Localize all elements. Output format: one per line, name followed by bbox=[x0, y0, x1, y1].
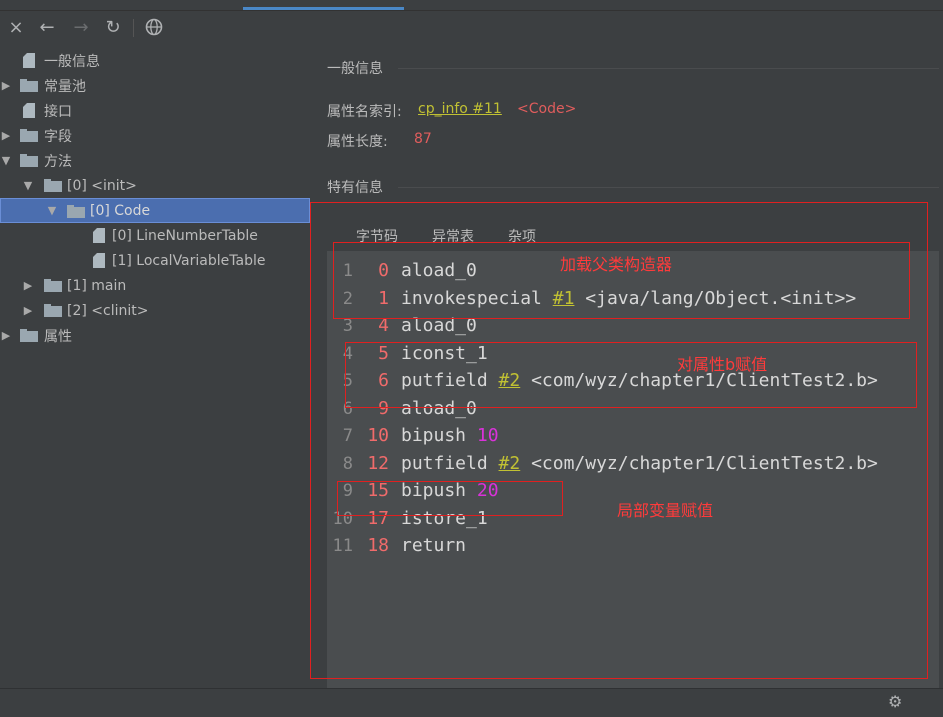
field-assign-box bbox=[345, 342, 917, 408]
expand-arrow-icon[interactable]: ▶ bbox=[0, 329, 12, 342]
annotation-field-assign: 对属性b赋值 bbox=[677, 355, 768, 374]
collapse-arrow-icon[interactable]: ▼ bbox=[22, 179, 34, 192]
specific-info-title: 特有信息 bbox=[327, 180, 383, 196]
active-tab-indicator bbox=[243, 7, 404, 10]
expand-arrow-icon[interactable]: ▶ bbox=[0, 129, 12, 142]
toolbar: × ← → ↻ bbox=[0, 11, 943, 45]
tree-node[interactable]: ▶ 字段 bbox=[0, 123, 310, 148]
folder-icon bbox=[44, 179, 62, 192]
collapse-arrow-icon[interactable]: ▼ bbox=[0, 154, 12, 167]
file-icon bbox=[23, 103, 35, 118]
forward-arrow-icon[interactable]: → bbox=[68, 14, 94, 40]
globe-icon[interactable] bbox=[141, 14, 167, 40]
file-icon bbox=[23, 53, 35, 68]
expand-arrow-icon[interactable]: ▶ bbox=[22, 279, 34, 292]
file-icon bbox=[93, 228, 105, 243]
tree-node-label: 方法 bbox=[44, 153, 72, 170]
status-bar: ⚙ bbox=[0, 688, 943, 717]
folder-icon bbox=[20, 329, 38, 342]
tree-node[interactable]: ▶ [1] main bbox=[0, 273, 310, 298]
refresh-icon[interactable]: ↻ bbox=[100, 14, 126, 40]
tree-node-label: 接口 bbox=[44, 103, 72, 120]
class-structure-tree: 一般信息 ▶ 常量池接口 ▶ 字段 ▼ 方法 ▼ [0] <init> ▼ [0] Code [0] … bbox=[0, 48, 310, 688]
divider bbox=[398, 187, 939, 188]
folder-icon bbox=[67, 205, 85, 218]
tree-node[interactable]: 接口 bbox=[0, 98, 310, 123]
tree-node-label: 常量池 bbox=[44, 78, 86, 95]
close-icon[interactable]: × bbox=[3, 14, 29, 40]
tree-node-label: [1] main bbox=[67, 277, 127, 294]
tree-node-label: [0] <init> bbox=[67, 177, 137, 194]
tree-node-label: [0] Code bbox=[90, 202, 151, 219]
name-index-value: <Code> bbox=[517, 101, 577, 117]
length-label: 属性长度: bbox=[327, 134, 388, 150]
tree-node[interactable]: ▶ 常量池 bbox=[0, 73, 310, 98]
divider bbox=[398, 68, 939, 69]
expand-arrow-icon[interactable]: ▶ bbox=[22, 304, 34, 317]
tree-node-label: 属性 bbox=[44, 328, 72, 345]
collapse-arrow-icon[interactable]: ▼ bbox=[46, 204, 58, 217]
toolbar-separator bbox=[133, 19, 134, 37]
tree-node-label: [2] <clinit> bbox=[67, 302, 149, 319]
tree-node[interactable]: [0] LineNumberTable bbox=[0, 223, 310, 248]
expand-arrow-icon[interactable]: ▶ bbox=[0, 79, 12, 92]
editor-tab-strip bbox=[0, 0, 943, 11]
folder-icon bbox=[44, 304, 62, 317]
general-info-title: 一般信息 bbox=[327, 61, 383, 77]
local-assign-box bbox=[337, 481, 563, 516]
tree-node-label: [0] LineNumberTable bbox=[112, 227, 258, 244]
folder-icon bbox=[20, 79, 38, 92]
tree-node-label: 字段 bbox=[44, 128, 72, 145]
tree-node[interactable]: 一般信息 bbox=[0, 48, 310, 73]
annotation-local-assign: 局部变量赋值 bbox=[617, 501, 714, 520]
file-icon bbox=[93, 253, 105, 268]
tree-node-label: [1] LocalVariableTable bbox=[112, 252, 266, 269]
tree-node[interactable]: ▼ [0] <init> bbox=[0, 173, 310, 198]
name-index-link[interactable]: cp_info #11 bbox=[418, 101, 502, 117]
annotation-super-ctor: 加载父类构造器 bbox=[560, 255, 673, 274]
tree-node[interactable]: ▶ [2] <clinit> bbox=[0, 298, 310, 323]
tree-node[interactable]: [1] LocalVariableTable bbox=[0, 248, 310, 273]
gear-icon[interactable]: ⚙ bbox=[888, 692, 902, 711]
folder-icon bbox=[20, 129, 38, 142]
back-arrow-icon[interactable]: ← bbox=[34, 14, 60, 40]
name-index-label: 属性名索引: bbox=[327, 104, 402, 120]
folder-icon bbox=[44, 279, 62, 292]
tree-node[interactable]: ▼ [0] Code bbox=[0, 198, 310, 223]
tree-node[interactable]: ▼ 方法 bbox=[0, 148, 310, 173]
folder-icon bbox=[20, 154, 38, 167]
tree-node-label: 一般信息 bbox=[44, 53, 100, 70]
tree-node[interactable]: ▶ 属性 bbox=[0, 323, 310, 348]
length-value: 87 bbox=[414, 131, 432, 147]
